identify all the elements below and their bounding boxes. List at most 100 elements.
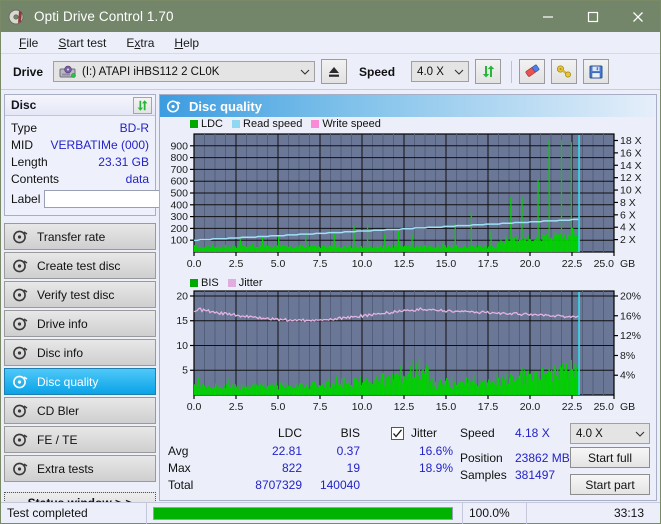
svg-text:500: 500 — [170, 188, 188, 200]
drive-select[interactable]: (I:) ATAPI iHBS112 2 CL0K — [53, 61, 316, 82]
chart1-legend: LDC Read speed Write speed — [190, 118, 386, 130]
svg-text:12%: 12% — [620, 330, 641, 342]
sidebar-item-transfer-rate[interactable]: Transfer rate — [4, 223, 156, 250]
minimize-button[interactable] — [525, 1, 570, 32]
menu-file[interactable]: FFileile — [9, 34, 48, 52]
sidebar-item-disc-info[interactable]: Disc info — [4, 339, 156, 366]
svg-text:25.0: 25.0 — [594, 258, 615, 270]
sidebar-item-label: Verify test disc — [37, 287, 115, 302]
stats-col-bis: BIS — [340, 426, 360, 440]
start-full-button[interactable]: Start full — [570, 447, 650, 468]
disc-test-icon — [12, 374, 28, 390]
legend-swatch-jitter — [227, 279, 236, 287]
stats-total-ldc: 8707329 — [255, 478, 302, 492]
drive-value: (I:) ATAPI iHBS112 2 CL0K — [82, 65, 220, 78]
svg-text:400: 400 — [170, 199, 188, 211]
svg-text:0.0: 0.0 — [187, 401, 202, 413]
sidebar-item-label: CD Bler — [37, 403, 80, 418]
chevron-down-icon — [454, 67, 464, 77]
menu-extra[interactable]: Extra — [116, 34, 164, 52]
disc-row-mid: MID VERBATIMe (000) — [11, 136, 149, 153]
stats-max-bis: 19 — [346, 461, 360, 475]
elapsed-time: 33:13 — [613, 506, 644, 520]
app-window: Opti Drive Control 1.70 FFileile Start t… — [0, 0, 661, 524]
disc-test-icon — [12, 229, 28, 245]
sidebar-item-create-test-disc[interactable]: Create test disc — [4, 252, 156, 279]
svg-text:6 X: 6 X — [620, 209, 636, 221]
disc-refresh-button[interactable] — [133, 96, 152, 114]
svg-text:12.5: 12.5 — [394, 258, 415, 270]
main-body: Disc Type BD-R MID VERBATIMe (000) Lengt… — [1, 90, 660, 513]
svg-text:20%: 20% — [620, 290, 641, 302]
sidebar-item-label: Extra tests — [37, 461, 94, 476]
speed-stat-label: Speed — [460, 426, 495, 440]
stats-avg-ldc: 22.81 — [271, 444, 302, 458]
sidebar-item-fe-te[interactable]: FE / TE — [4, 426, 156, 453]
disc-test-icon — [12, 287, 28, 303]
speed-select-value: 4.0 X — [576, 427, 603, 440]
save-button[interactable] — [583, 59, 610, 84]
maximize-button[interactable] — [570, 1, 615, 32]
svg-text:17.5: 17.5 — [478, 401, 499, 413]
svg-text:100: 100 — [170, 235, 188, 247]
disc-label-row: Label — [11, 188, 248, 210]
key-button[interactable] — [551, 59, 578, 84]
page-title: Disc quality — [189, 98, 262, 114]
disc-panel-header: Disc — [5, 95, 155, 116]
stats-avg-bis: 0.37 — [336, 444, 360, 458]
disc-test-icon — [166, 99, 181, 114]
sidebar-item-label: Drive info — [37, 316, 88, 331]
erase-button[interactable] — [519, 59, 546, 84]
svg-text:15: 15 — [176, 315, 188, 327]
legend-swatch-bis — [190, 279, 198, 287]
disc-row-type: Type BD-R — [11, 119, 149, 136]
svg-text:10.0: 10.0 — [352, 258, 373, 270]
progress-bar-cell — [147, 502, 463, 524]
disc-row-contents: Contents data — [11, 170, 149, 187]
nav-list: Transfer rate Create test disc Verify te… — [4, 223, 156, 482]
svg-text:25.0: 25.0 — [594, 401, 615, 413]
sidebar-item-verify-test-disc[interactable]: Verify test disc — [4, 281, 156, 308]
speed-select-bottom[interactable]: 4.0 X — [570, 423, 650, 444]
refresh-button[interactable] — [475, 59, 502, 84]
disc-type-label: Type — [11, 120, 38, 135]
chart2-legend: BIS Jitter — [190, 277, 268, 289]
disc-test-icon — [12, 461, 28, 477]
jitter-checkbox[interactable] — [391, 427, 404, 440]
sidebar-item-drive-info[interactable]: Drive info — [4, 310, 156, 337]
start-part-button[interactable]: Start part — [570, 474, 650, 495]
disc-quality-panel: Disc quality LDC Read speed Write speed … — [159, 94, 657, 501]
legend-swatch-ldc — [190, 120, 198, 128]
svg-text:900: 900 — [170, 140, 188, 152]
drive-label: Drive — [13, 64, 44, 79]
sidebar-item-disc-quality[interactable]: Disc quality — [4, 368, 156, 395]
chevron-down-icon — [300, 67, 310, 77]
legend-label-ldc: LDC — [201, 118, 224, 130]
svg-text:GB: GB — [620, 401, 635, 413]
svg-text:4%: 4% — [620, 370, 635, 382]
svg-text:5.0: 5.0 — [271, 258, 286, 270]
progress-percent: 100.0% — [463, 502, 527, 524]
svg-text:12 X: 12 X — [620, 172, 642, 184]
menu-help[interactable]: Help — [164, 34, 209, 52]
progress-bar-fill — [154, 507, 452, 519]
sidebar-item-extra-tests[interactable]: Extra tests — [4, 455, 156, 482]
svg-text:8 X: 8 X — [620, 197, 636, 209]
legend-label-bis: BIS — [201, 277, 219, 289]
svg-text:15.0: 15.0 — [436, 401, 457, 413]
svg-text:0.0: 0.0 — [187, 258, 202, 270]
svg-text:5: 5 — [182, 365, 188, 377]
sidebar-item-cd-bler[interactable]: CD Bler — [4, 397, 156, 424]
disc-row-length: Length 23.31 GB — [11, 153, 149, 170]
position-label: Position — [460, 451, 503, 465]
legend-swatch-read-speed — [232, 120, 241, 128]
speed-select[interactable]: 4.0 X — [411, 61, 470, 82]
svg-text:17.5: 17.5 — [478, 258, 499, 270]
disc-panel: Disc Type BD-R MID VERBATIMe (000) Lengt… — [4, 94, 248, 216]
eject-button[interactable] — [321, 59, 348, 84]
stats-avg-jitter: 16.6% — [418, 444, 453, 458]
disc-test-icon — [12, 258, 28, 274]
disc-test-icon — [12, 316, 28, 332]
close-button[interactable] — [615, 1, 660, 32]
menu-start-test[interactable]: Start test — [48, 34, 116, 52]
